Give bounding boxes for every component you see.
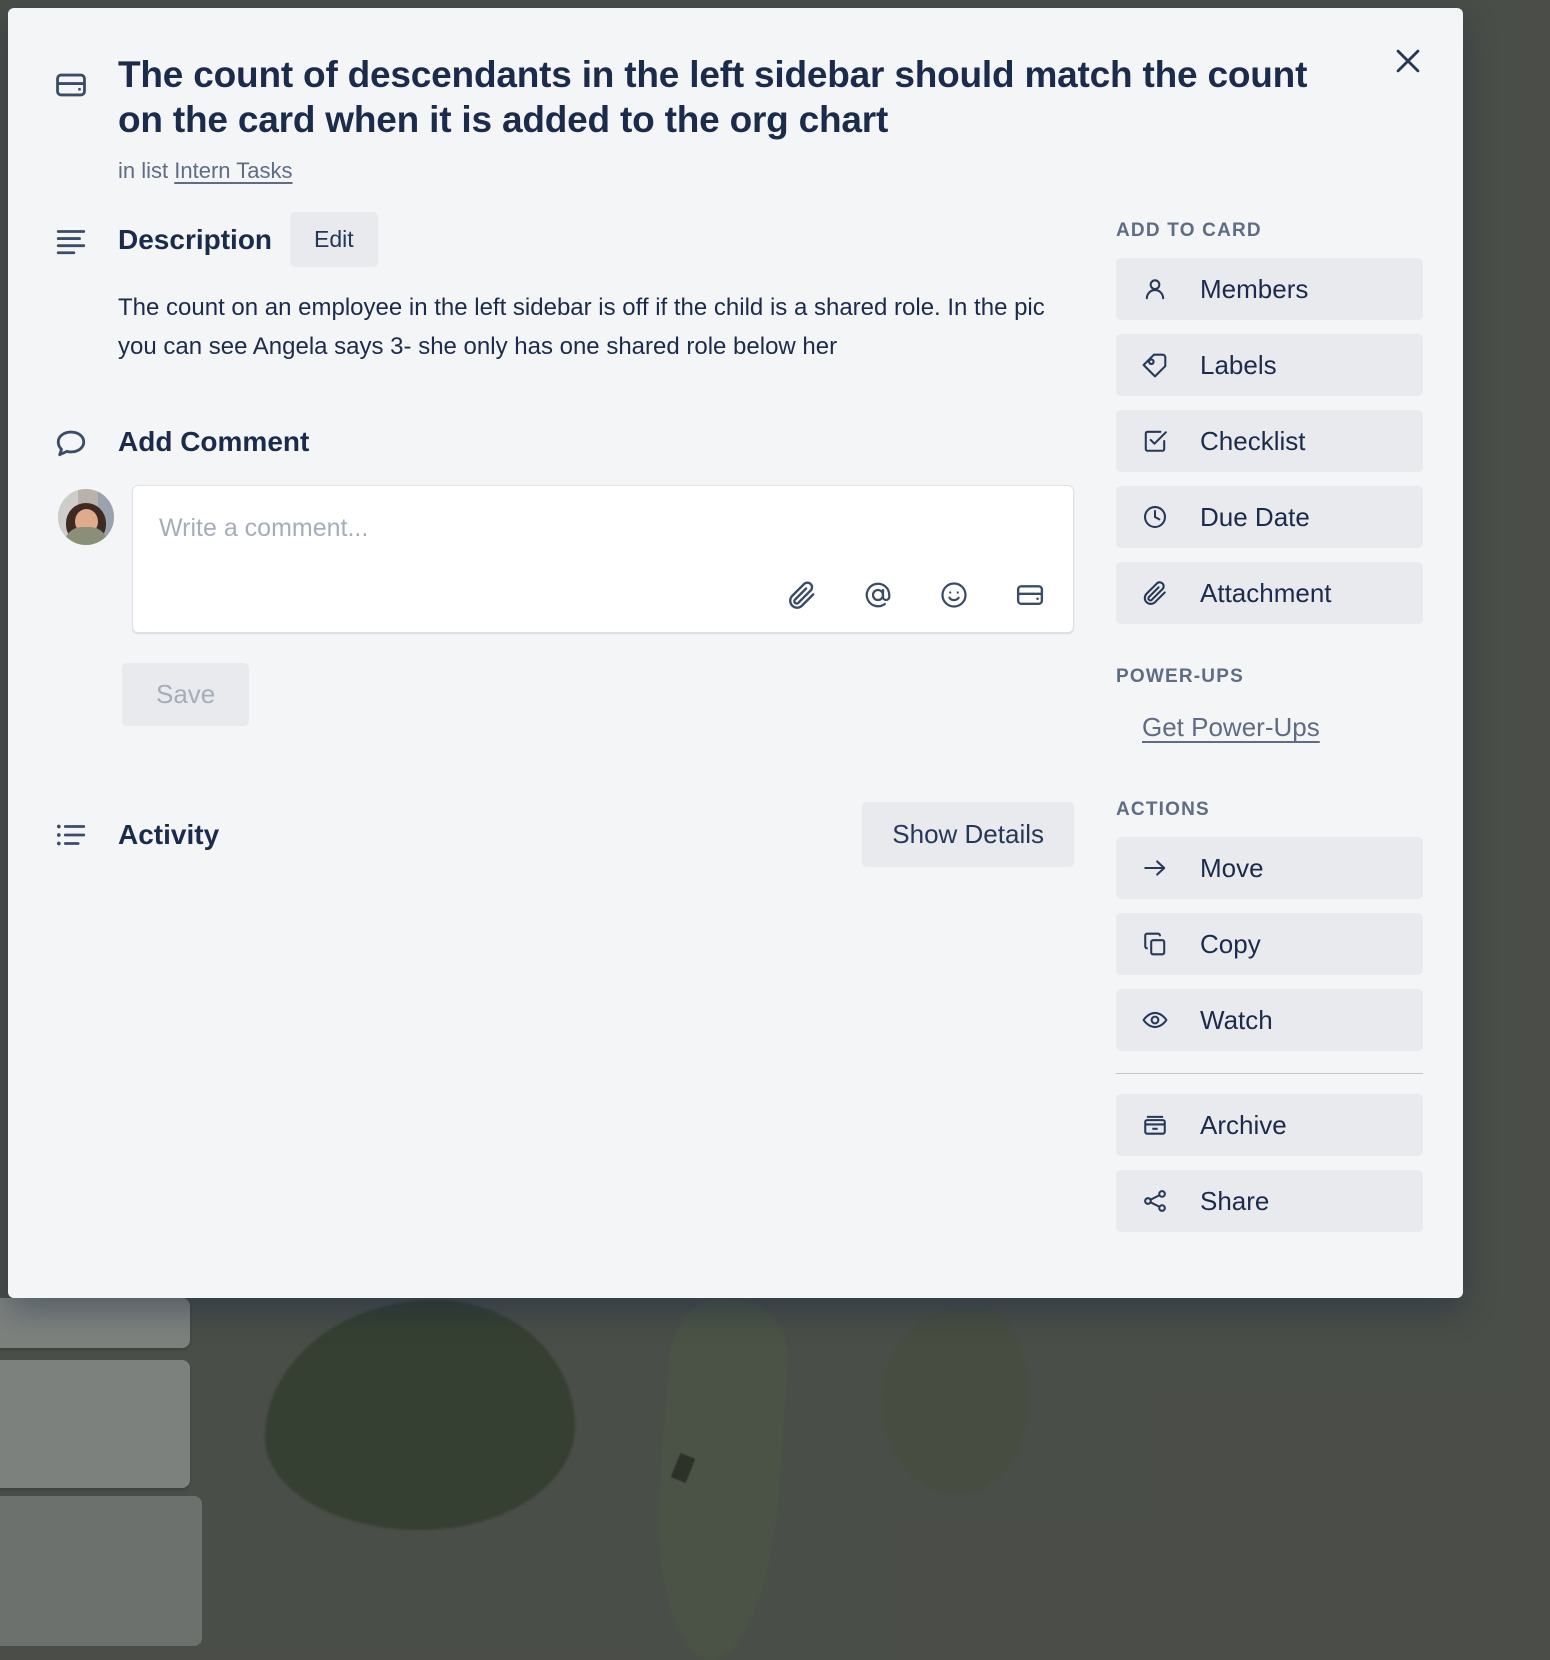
modal-header: The count of descendants in the left sid…	[8, 8, 1463, 184]
save-comment-button[interactable]: Save	[122, 663, 250, 726]
board-card[interactable]	[0, 1298, 190, 1348]
paperclip-icon	[1142, 580, 1172, 606]
page-title: The count of descendants in the left sid…	[118, 54, 1308, 141]
add-to-card-heading: ADD TO CARD	[1116, 220, 1262, 242]
card-detail-modal: The count of descendants in the left sid…	[8, 8, 1463, 1298]
tag-icon	[1142, 352, 1172, 378]
sidebar-item-due-date[interactable]: Due Date	[1116, 486, 1423, 549]
main-column: Description Edit The count on an employe…	[54, 212, 1074, 1246]
description-lines-icon	[54, 223, 100, 257]
sidebar: ADD TO CARD Members Labels Checklist Due…	[1074, 212, 1423, 1246]
board-list[interactable]	[0, 1496, 202, 1646]
comment-input[interactable]: Write a comment...	[132, 485, 1074, 633]
close-icon[interactable]	[1381, 34, 1435, 88]
power-ups-heading: POWER-UPS	[1116, 666, 1244, 688]
emoji-icon[interactable]	[939, 580, 969, 610]
sidebar-item-labels[interactable]: Labels	[1116, 334, 1423, 397]
sidebar-item-archive[interactable]: Archive	[1116, 1094, 1423, 1157]
activity-title-group: Activity	[54, 818, 219, 852]
person-icon	[1142, 276, 1172, 302]
sidebar-item-copy[interactable]: Copy	[1116, 913, 1423, 976]
board-card[interactable]	[0, 1360, 190, 1488]
attach-icon[interactable]	[787, 580, 817, 610]
description-body: The count on an employee in the left sid…	[118, 294, 1045, 361]
in-list-label: in list	[118, 158, 169, 184]
description-header: Description Edit	[54, 212, 1074, 268]
activity-header: Activity Show Details	[54, 802, 1074, 867]
sidebar-item-label: Copy	[1200, 928, 1261, 959]
card-window-icon	[54, 52, 100, 184]
archive-icon	[1142, 1112, 1172, 1138]
sidebar-item-label: Checklist	[1200, 425, 1306, 456]
sidebar-item-label: Share	[1200, 1185, 1270, 1216]
add-comment-header: Add Comment	[54, 425, 1074, 459]
power-ups-section: POWER-UPS Get Power-Ups	[1116, 666, 1423, 743]
comment-bubble-icon	[54, 425, 100, 459]
share-icon	[1142, 1188, 1172, 1214]
sidebar-item-share[interactable]: Share	[1116, 1170, 1423, 1233]
sidebar-item-label: Attachment	[1200, 577, 1332, 608]
activity-list-icon	[54, 818, 100, 852]
edit-description-button[interactable]: Edit	[290, 212, 378, 268]
breadcrumb: in list Intern Tasks	[118, 158, 1363, 184]
divider	[1116, 1073, 1423, 1075]
sidebar-item-label: Move	[1200, 852, 1264, 883]
actions-heading: ACTIONS	[1116, 799, 1210, 821]
eye-icon	[1142, 1007, 1172, 1033]
activity-heading: Activity	[118, 818, 220, 850]
sidebar-item-label: Archive	[1200, 1109, 1287, 1140]
copy-icon	[1142, 931, 1172, 957]
comment-composer: Write a comment...	[54, 485, 1074, 633]
card-icon[interactable]	[1015, 580, 1045, 610]
avatar[interactable]	[58, 489, 114, 545]
comment-placeholder: Write a comment...	[159, 514, 369, 542]
mention-icon[interactable]	[863, 580, 893, 610]
sidebar-item-move[interactable]: Move	[1116, 837, 1423, 900]
comment-toolbar	[787, 580, 1045, 610]
sidebar-item-attachment[interactable]: Attachment	[1116, 562, 1423, 625]
sidebar-item-watch[interactable]: Watch	[1116, 989, 1423, 1052]
show-details-button[interactable]: Show Details	[862, 802, 1074, 867]
sidebar-item-members[interactable]: Members	[1116, 258, 1423, 321]
checkbox-icon	[1142, 428, 1172, 454]
sidebar-item-label: Labels	[1200, 349, 1277, 380]
clock-icon	[1142, 504, 1172, 530]
description-heading: Description	[118, 223, 273, 255]
sidebar-item-label: Members	[1200, 273, 1309, 304]
list-link[interactable]: Intern Tasks	[174, 158, 292, 183]
get-power-ups-link[interactable]: Get Power-Ups	[1142, 712, 1320, 743]
actions-section: ACTIONS Move Copy Watch Archive Share	[1116, 799, 1423, 1233]
sidebar-item-label: Watch	[1200, 1004, 1273, 1035]
arrow-right-icon	[1142, 855, 1172, 881]
sidebar-item-checklist[interactable]: Checklist	[1116, 410, 1423, 473]
modal-body: Description Edit The count on an employe…	[8, 212, 1463, 1246]
add-comment-heading: Add Comment	[118, 426, 310, 457]
sidebar-item-label: Due Date	[1200, 501, 1310, 532]
